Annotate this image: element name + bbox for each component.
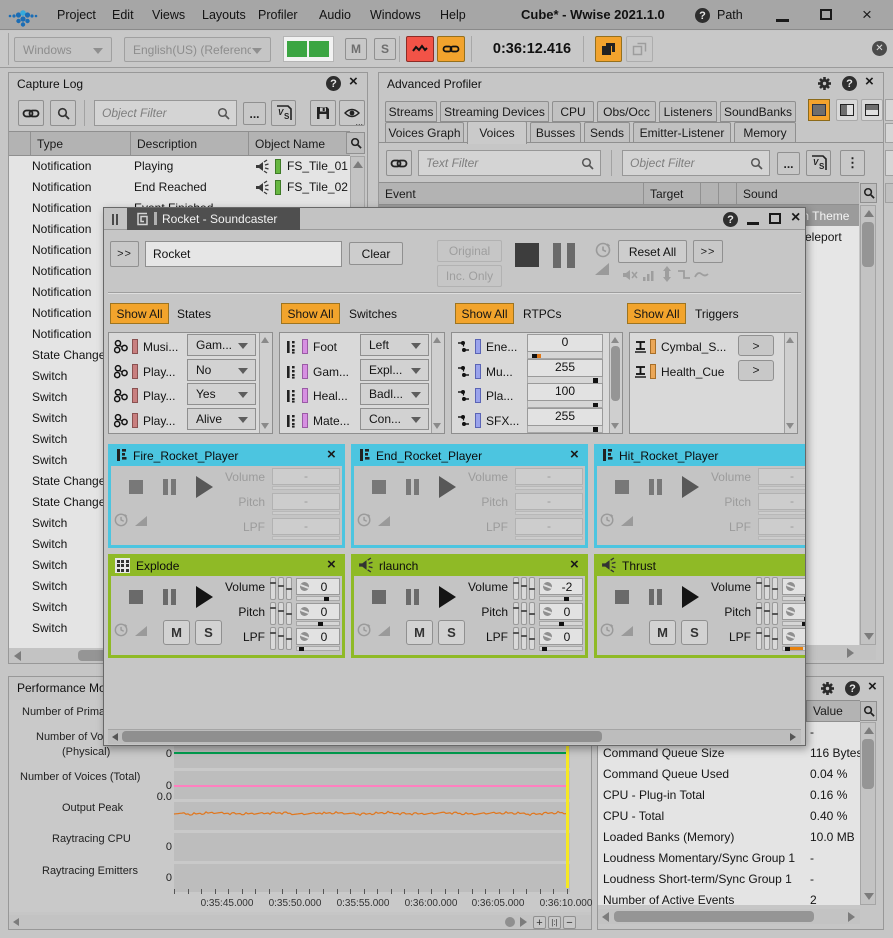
svg-text:S: S bbox=[819, 162, 825, 171]
svg-text:S: S bbox=[284, 112, 290, 121]
